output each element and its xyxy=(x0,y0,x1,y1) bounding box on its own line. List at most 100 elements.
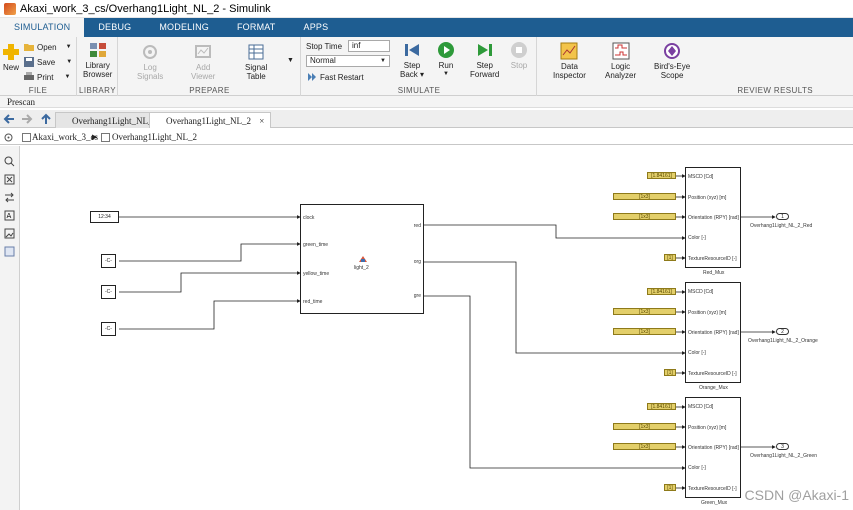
birds-eye-scope-button[interactable]: Bird's-Eye Scope xyxy=(654,42,690,80)
chevron-down-icon: ▼ xyxy=(64,74,71,80)
outport-block[interactable]: 2 xyxy=(776,328,789,335)
constant-block[interactable]: -C- xyxy=(101,322,116,336)
orientation-constant[interactable]: [1x3] xyxy=(613,328,676,335)
signal-table-button[interactable]: Signal Table xyxy=(245,43,267,81)
print-button[interactable]: Print ▼ xyxy=(24,72,70,82)
birds-eye-label-2: Scope xyxy=(660,71,684,80)
constant-value: -C- xyxy=(105,289,112,295)
image-icon[interactable] xyxy=(4,228,15,239)
tab-modeling[interactable]: MODELING xyxy=(145,18,223,37)
mux-input-label: MSCD [Cd] xyxy=(688,289,714,295)
texture-constant[interactable]: [1] xyxy=(664,369,676,376)
chevron-down-icon: ▼ xyxy=(66,59,73,65)
birds-eye-scope-icon xyxy=(664,43,681,59)
print-label: Print xyxy=(37,72,54,82)
data-inspector-button[interactable]: Data Inspector xyxy=(553,42,586,80)
up-arrow-icon[interactable] xyxy=(40,113,52,125)
ribbon-tab-bar: SIMULATION DEBUG MODELING FORMAT APPS xyxy=(0,18,853,37)
mux-input-label: TextureResourceID [-] xyxy=(688,486,737,492)
open-button[interactable]: Open ▼ xyxy=(24,42,72,52)
log-signals-button[interactable]: Log Signals xyxy=(137,43,163,81)
library-browser-button[interactable]: Library Browser xyxy=(83,41,112,79)
light-2-subsystem[interactable]: clock green_time yellow_time red_time re… xyxy=(300,204,424,314)
orientation-constant[interactable]: [1x3] xyxy=(613,443,676,450)
orange-mux-block[interactable]: MSCD [Cd] Position (xyz) [m] Orientation… xyxy=(685,282,741,383)
mux-input-label: TextureResourceID [-] xyxy=(688,371,737,377)
clock-display: 12:34 xyxy=(98,214,111,220)
svg-text:A: A xyxy=(7,212,12,220)
signal-line[interactable] xyxy=(119,271,301,293)
stop-icon xyxy=(511,42,527,58)
texture-constant[interactable]: [1] xyxy=(664,254,676,261)
texture-constant[interactable]: [1] xyxy=(664,484,676,491)
new-button[interactable]: New xyxy=(2,43,20,72)
stop-button[interactable]: Stop xyxy=(510,41,528,70)
zoom-icon[interactable] xyxy=(4,156,15,167)
add-viewer-button[interactable]: Add Viewer xyxy=(191,43,215,81)
constant-block[interactable]: -C- xyxy=(101,254,116,268)
outport-block[interactable]: 3 xyxy=(776,443,789,450)
area-icon[interactable] xyxy=(4,246,15,257)
step-forward-button[interactable]: Step Forward xyxy=(470,41,499,79)
stop-time-input[interactable]: inf xyxy=(348,40,390,52)
breadcrumb-root[interactable]: Akaxi_work_3_cs xyxy=(32,129,98,145)
mscd-constant[interactable]: [1.84161] xyxy=(647,172,676,179)
step-back-label-2: Back ▾ xyxy=(400,70,425,79)
subsystem-name: light_2 xyxy=(354,265,369,271)
logic-analyzer-button[interactable]: Logic Analyzer xyxy=(605,42,636,80)
close-icon[interactable]: × xyxy=(259,116,264,126)
save-button[interactable]: Save ▼ xyxy=(24,57,72,67)
constant-value: -C- xyxy=(105,258,112,264)
tab-format[interactable]: FORMAT xyxy=(223,18,290,37)
outport-block[interactable]: 1 xyxy=(776,213,789,220)
input-port-label: red_time xyxy=(303,299,323,305)
breadcrumb-current[interactable]: Overhang1Light_NL_2 xyxy=(112,129,197,145)
mux-input-label: MSCD [Cd] xyxy=(688,174,714,180)
output-port-label: red xyxy=(413,223,421,229)
orientation-constant[interactable]: [1x3] xyxy=(613,213,676,220)
back-arrow-icon[interactable] xyxy=(3,113,15,125)
doc-tab-nl-1[interactable]: Overhang1Light_NL_1 xyxy=(55,112,164,128)
constant-block[interactable]: -C- xyxy=(101,285,116,299)
logic-analyzer-label-2: Analyzer xyxy=(605,71,637,80)
green-mux-block[interactable]: MSCD [Cd] Position (xyz) [m] Orientation… xyxy=(685,397,741,498)
fast-restart-toggle[interactable]: Fast Restart xyxy=(307,72,364,82)
mscd-constant[interactable]: [1.84161] xyxy=(647,288,676,295)
hide-explorer-icon[interactable] xyxy=(4,133,13,142)
position-constant[interactable]: [1x3] xyxy=(613,193,676,200)
signal-line[interactable] xyxy=(119,299,301,330)
tab-simulation[interactable]: SIMULATION xyxy=(0,18,85,37)
data-inspector-label-2: Inspector xyxy=(553,71,586,80)
file-group: New Open ▼ Save ▼ Print ▼ FILE xyxy=(0,37,77,96)
annotation-icon[interactable]: A xyxy=(4,210,15,221)
tab-debug[interactable]: DEBUG xyxy=(84,18,145,37)
signal-line[interactable] xyxy=(119,242,301,262)
tab-apps[interactable]: APPS xyxy=(290,18,343,37)
simulate-group: Stop Time inf Normal ▼ Fast Restart Step… xyxy=(302,37,537,96)
mscd-constant[interactable]: [1.84161] xyxy=(647,403,676,410)
output-port-label: org xyxy=(413,259,421,265)
prepare-gallery-chevron-icon[interactable]: ▼ xyxy=(287,57,294,64)
red-mux-block[interactable]: MSCD [Cd] Position (xyz) [m] Orientation… xyxy=(685,167,741,268)
fit-to-view-icon[interactable] xyxy=(4,174,15,185)
position-constant[interactable]: [1x3] xyxy=(613,308,676,315)
mux-input-label: Orientation (RPY) [rad] xyxy=(688,445,739,451)
signal-line[interactable] xyxy=(424,224,686,240)
model-icon xyxy=(22,133,31,142)
forward-arrow-icon[interactable] xyxy=(21,113,33,125)
prescan-label[interactable]: Prescan xyxy=(7,97,35,107)
run-button[interactable]: Run ▼ xyxy=(437,41,455,79)
signal-table-label-1: Signal xyxy=(245,63,268,72)
simulation-mode-select[interactable]: Normal ▼ xyxy=(306,55,390,67)
mux-input-label: Position (xyz) [m] xyxy=(688,310,727,316)
logic-analyzer-label-1: Logic xyxy=(611,62,631,71)
breadcrumb: Akaxi_work_3_cs ▶ Overhang1Light_NL_2 xyxy=(0,129,853,145)
digital-clock-block[interactable]: 12:34 xyxy=(90,211,119,223)
doc-tab-nl-2[interactable]: Overhang1Light_NL_2 × xyxy=(149,112,272,128)
model-canvas[interactable]: 12:34 -C- -C- -C- clock green_time yello… xyxy=(21,146,853,510)
step-back-label-text: Back xyxy=(400,70,418,79)
save-disk-icon xyxy=(24,57,34,67)
step-back-button[interactable]: Step Back ▾ xyxy=(400,41,424,79)
arrange-icon[interactable] xyxy=(4,192,15,203)
position-constant[interactable]: [1x3] xyxy=(613,423,676,430)
